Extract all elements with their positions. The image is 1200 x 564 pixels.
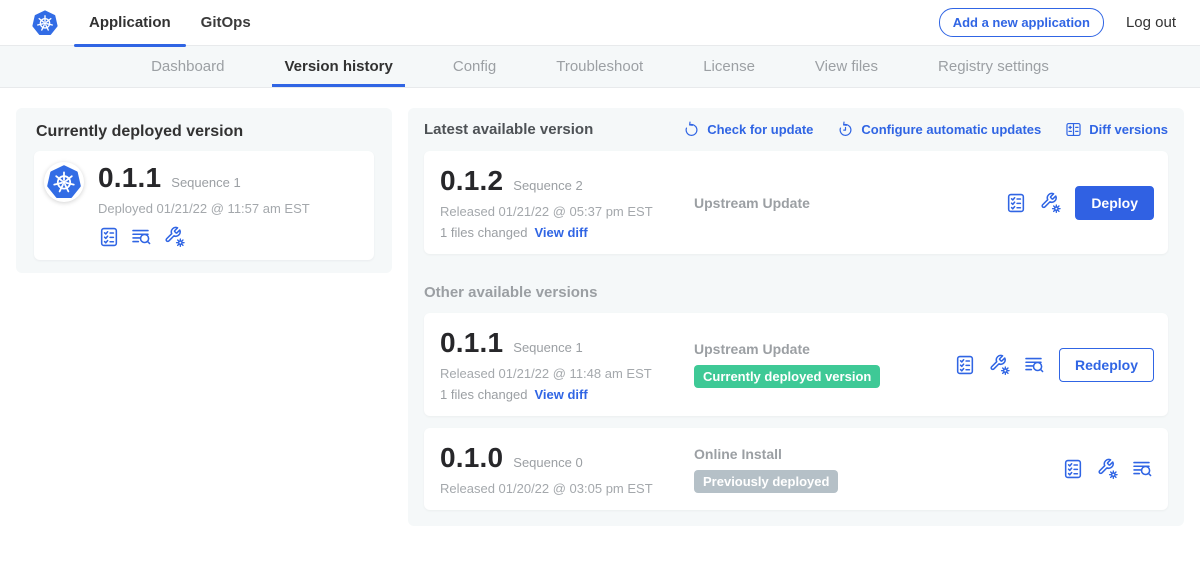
diff-versions-label: Diff versions	[1089, 122, 1168, 137]
files-changed-label: 1 files changed	[440, 387, 527, 402]
config-icon[interactable]	[1097, 458, 1119, 480]
version-number: 0.1.0	[440, 442, 503, 474]
tab-gitops[interactable]: GitOps	[186, 0, 266, 46]
version-card-0-1-2: 0.1.2 Sequence 2 Released 01/21/22 @ 05:…	[424, 151, 1168, 254]
latest-version-title: Latest available version	[424, 121, 593, 138]
released-timestamp: Released 01/21/22 @ 11:48 am EST	[440, 366, 694, 381]
previously-deployed-badge: Previously deployed	[694, 470, 838, 493]
version-source-label: Upstream Update	[694, 195, 1005, 211]
view-diff-link[interactable]: View diff	[534, 387, 587, 402]
preflight-checks-icon[interactable]	[954, 354, 976, 376]
released-timestamp: Released 01/21/22 @ 05:37 pm EST	[440, 204, 694, 219]
files-changed-label: 1 files changed	[440, 225, 527, 240]
sequence-label: Sequence 1	[513, 340, 582, 355]
version-card-0-1-1: 0.1.1 Sequence 1 Released 01/21/22 @ 11:…	[424, 313, 1168, 416]
subnav-tab-version-history[interactable]: Version history	[272, 46, 404, 87]
deployed-panel-title: Currently deployed version	[36, 122, 374, 141]
refresh-icon	[683, 121, 700, 138]
logout-link[interactable]: Log out	[1126, 14, 1176, 31]
configure-updates-link[interactable]: Configure automatic updates	[837, 121, 1041, 138]
config-icon[interactable]	[1040, 192, 1062, 214]
preflight-checks-icon[interactable]	[1005, 192, 1027, 214]
version-number: 0.1.1	[440, 327, 503, 359]
deploy-logs-icon[interactable]	[1024, 354, 1046, 376]
version-source-label: Upstream Update	[694, 341, 954, 357]
sequence-label: Sequence 0	[513, 455, 582, 470]
deployed-timestamp: Deployed 01/21/22 @ 11:57 am EST	[98, 201, 310, 216]
preflight-checks-icon[interactable]	[1062, 458, 1084, 480]
subnav-tab-troubleshoot[interactable]: Troubleshoot	[544, 46, 655, 87]
app-logo-icon	[44, 162, 84, 202]
currently-deployed-panel: Currently deployed version	[16, 108, 392, 273]
main-content: Currently deployed version	[0, 88, 1200, 546]
tab-application-label: Application	[89, 14, 171, 31]
schedule-update-icon	[837, 121, 854, 138]
diff-icon	[1065, 121, 1082, 138]
tab-application[interactable]: Application	[74, 0, 186, 46]
deployed-sequence: Sequence 1	[171, 175, 240, 190]
top-navbar: Application GitOps Add a new application…	[0, 0, 1200, 46]
tab-gitops-label: GitOps	[201, 14, 251, 31]
deploy-logs-icon[interactable]	[131, 226, 153, 248]
deploy-button[interactable]: Deploy	[1075, 186, 1154, 220]
view-diff-link[interactable]: View diff	[534, 225, 587, 240]
deployed-version-card: 0.1.1 Sequence 1 Deployed 01/21/22 @ 11:…	[34, 151, 374, 260]
sequence-label: Sequence 2	[513, 178, 582, 193]
subnav-tab-dashboard[interactable]: Dashboard	[139, 46, 236, 87]
subnav-tab-config[interactable]: Config	[441, 46, 508, 87]
version-card-0-1-0: 0.1.0 Sequence 0 Released 01/20/22 @ 03:…	[424, 428, 1168, 510]
deploy-logs-icon[interactable]	[1132, 458, 1154, 480]
config-icon[interactable]	[989, 354, 1011, 376]
app-subnav: Dashboard Version history Config Troublesho…	[0, 46, 1200, 88]
redeploy-button[interactable]: Redeploy	[1059, 348, 1154, 382]
subnav-tab-license[interactable]: License	[691, 46, 767, 87]
preflight-checks-icon[interactable]	[98, 226, 120, 248]
deployed-version-number: 0.1.1	[98, 162, 161, 194]
released-timestamp: Released 01/20/22 @ 03:05 pm EST	[440, 481, 694, 496]
other-versions-title: Other available versions	[424, 284, 1168, 301]
check-for-update-link[interactable]: Check for update	[683, 121, 813, 138]
diff-versions-link[interactable]: Diff versions	[1065, 121, 1168, 138]
configure-updates-label: Configure automatic updates	[861, 122, 1041, 137]
kubernetes-logo-icon	[30, 8, 60, 38]
currently-deployed-badge: Currently deployed version	[694, 365, 880, 388]
subnav-tab-view-files[interactable]: View files	[803, 46, 890, 87]
version-history-panel: Latest available version Check for updat…	[408, 108, 1184, 526]
version-number: 0.1.2	[440, 165, 503, 197]
subnav-tab-registry-settings[interactable]: Registry settings	[926, 46, 1061, 87]
check-for-update-label: Check for update	[707, 122, 813, 137]
add-application-button[interactable]: Add a new application	[939, 8, 1104, 37]
config-icon[interactable]	[164, 226, 186, 248]
version-source-label: Online Install	[694, 446, 1062, 462]
